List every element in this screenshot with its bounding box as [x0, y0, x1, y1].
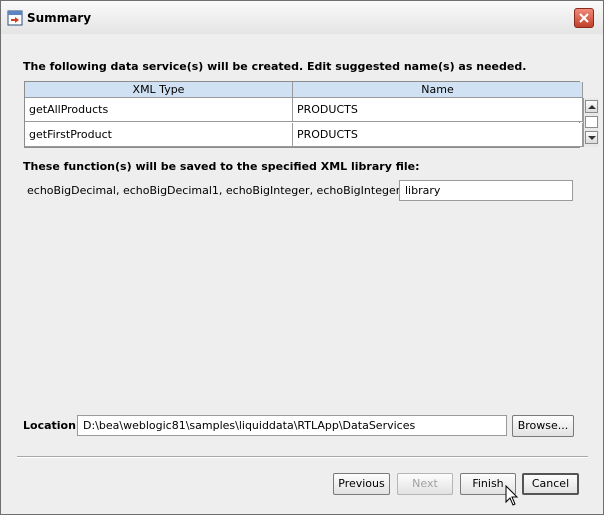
column-header-name[interactable]: Name — [293, 82, 583, 98]
functions-heading: These function(s) will be saved to the s… — [23, 160, 420, 173]
close-icon — [579, 13, 589, 23]
table-scrollbar[interactable] — [583, 98, 599, 147]
title-bar: Summary — [1, 1, 603, 34]
scroll-down-button[interactable] — [585, 131, 598, 144]
scroll-up-button[interactable] — [585, 100, 598, 113]
close-button[interactable] — [574, 8, 594, 28]
arrow-up-icon — [588, 105, 596, 109]
summary-dialog: Summary The following data service(s) wi… — [0, 0, 604, 515]
divider — [17, 456, 588, 458]
browse-button[interactable]: Browse... — [512, 415, 574, 437]
location-input[interactable] — [77, 415, 507, 436]
table-cell-xml-type[interactable]: getAllProducts — [25, 98, 293, 122]
mouse-cursor — [505, 484, 519, 510]
app-icon — [7, 10, 23, 26]
scroll-thumb[interactable] — [585, 116, 598, 128]
services-table: XML Type Name getAllProducts PRODUCTS ge… — [24, 81, 599, 148]
pointer-icon — [505, 484, 519, 506]
location-label: Location — [23, 419, 76, 432]
next-button[interactable]: Next — [397, 473, 453, 495]
window-title: Summary — [27, 11, 92, 25]
table-cell-xml-type[interactable]: getFirstProduct — [25, 123, 293, 147]
services-heading: The following data service(s) will be cr… — [23, 60, 527, 73]
cancel-button[interactable]: Cancel — [522, 473, 579, 495]
previous-button[interactable]: Previous — [333, 473, 390, 495]
column-header-xml-type[interactable]: XML Type — [25, 82, 293, 98]
table-cell-name[interactable]: PRODUCTS — [293, 123, 583, 147]
arrow-down-icon — [588, 136, 596, 140]
function-list: echoBigDecimal, echoBigDecimal1, echoBig… — [27, 184, 452, 197]
table-cell-name[interactable]: PRODUCTS — [293, 98, 583, 122]
library-file-input[interactable] — [399, 180, 573, 201]
